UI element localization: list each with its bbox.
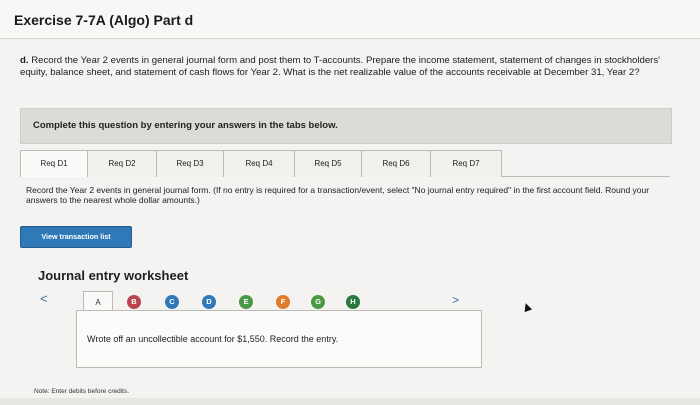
journal-entry-worksheet: Journal entry worksheet < A B C D E F G … — [28, 253, 482, 395]
entry-dot-g[interactable]: G — [311, 295, 325, 309]
banner-text: Complete this question by entering your … — [33, 120, 338, 131]
next-entry-icon[interactable]: > — [452, 293, 459, 307]
mouse-cursor-icon — [521, 301, 533, 313]
entry-dot-e[interactable]: E — [239, 295, 253, 309]
tab-req-d7[interactable]: Req D7 — [430, 150, 502, 177]
entry-description-box: Wrote off an uncollectible account for $… — [76, 310, 482, 368]
page-title: Exercise 7-7A (Algo) Part d — [14, 12, 194, 28]
tab-req-d6[interactable]: Req D6 — [361, 150, 431, 177]
instructions-banner: Complete this question by entering your … — [20, 108, 672, 144]
header-bar: Exercise 7-7A (Algo) Part d — [0, 0, 700, 39]
req-tabs: Req D1 Req D2 Req D3 Req D4 Req D5 Req D… — [20, 150, 670, 177]
tab-req-d5[interactable]: Req D5 — [294, 150, 362, 177]
prev-entry-icon[interactable]: < — [40, 291, 48, 306]
question-text: d. Record the Year 2 events in general j… — [20, 55, 685, 78]
tab-instructions: Record the Year 2 events in general jour… — [26, 185, 650, 205]
tab-req-d4[interactable]: Req D4 — [223, 150, 295, 177]
worksheet-note: Note: Enter debits before credits. — [34, 388, 130, 395]
entry-dot-b[interactable]: B — [127, 295, 141, 309]
entry-dot-c[interactable]: C — [165, 295, 179, 309]
entry-dot-f[interactable]: F — [276, 295, 290, 309]
question-body: Record the Year 2 events in general jour… — [20, 55, 661, 78]
bottom-edge — [0, 398, 700, 405]
entry-description: Wrote off an uncollectible account for $… — [87, 334, 339, 344]
entry-dot-h[interactable]: H — [346, 295, 360, 309]
worksheet-title: Journal entry worksheet — [38, 268, 189, 283]
view-transaction-list-button[interactable]: View transaction list — [20, 226, 132, 248]
tab-req-d2[interactable]: Req D2 — [87, 150, 157, 177]
tab-req-d1[interactable]: Req D1 — [20, 150, 88, 177]
question-label: d. — [20, 55, 29, 66]
tab-req-d3[interactable]: Req D3 — [156, 150, 224, 177]
entry-dot-d[interactable]: D — [202, 295, 216, 309]
